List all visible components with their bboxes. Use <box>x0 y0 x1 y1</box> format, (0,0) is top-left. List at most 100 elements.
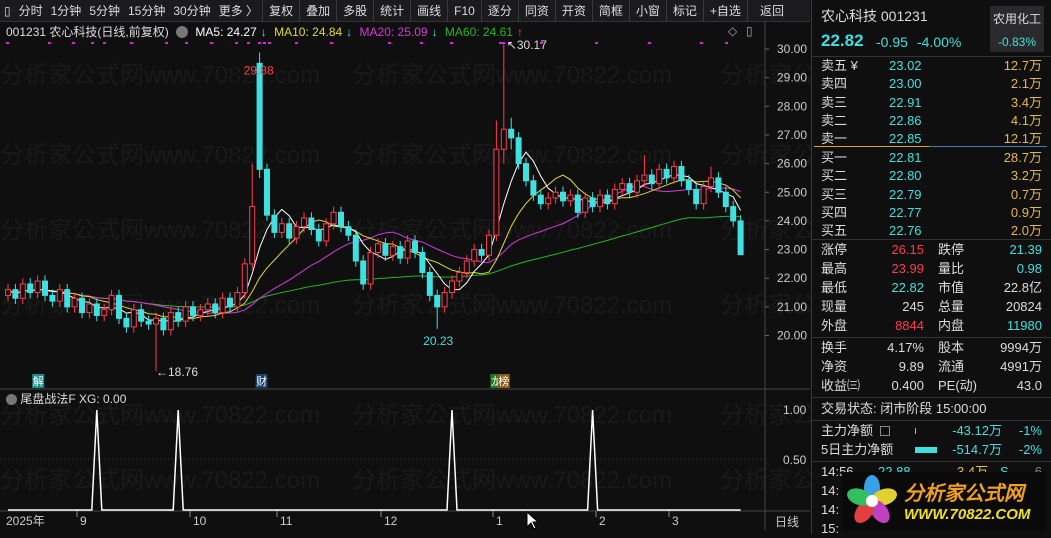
list-icon[interactable] <box>880 426 890 436</box>
candle[interactable] <box>611 188 618 205</box>
candle[interactable] <box>79 297 85 314</box>
candle[interactable] <box>722 191 729 208</box>
ask-row[interactable]: 卖四 23.00 2.1万 <box>812 75 1051 93</box>
candle[interactable] <box>471 249 478 262</box>
bid-row[interactable]: 买三 22.79 0.7万 <box>812 186 1051 204</box>
candle[interactable] <box>315 228 322 242</box>
candle[interactable] <box>671 165 677 179</box>
candle[interactable] <box>212 303 219 314</box>
candle[interactable] <box>49 294 56 302</box>
candle[interactable] <box>160 317 167 331</box>
candle[interactable] <box>182 306 189 322</box>
candle[interactable] <box>478 249 485 256</box>
candle[interactable] <box>493 148 500 236</box>
candle[interactable] <box>523 163 529 182</box>
candle[interactable] <box>574 194 581 213</box>
candle[interactable] <box>463 260 470 273</box>
candle[interactable] <box>708 177 714 188</box>
candle[interactable] <box>715 177 722 193</box>
candle[interactable] <box>145 320 152 325</box>
candle[interactable] <box>19 283 26 299</box>
candle[interactable] <box>86 303 93 314</box>
bid-row[interactable]: 买一 22.81 28.7万 <box>812 149 1051 167</box>
candle[interactable] <box>219 297 226 314</box>
candle[interactable] <box>345 226 352 236</box>
candle[interactable] <box>397 246 404 259</box>
candle[interactable] <box>486 234 492 256</box>
candle[interactable] <box>138 309 145 322</box>
candle[interactable] <box>367 251 374 285</box>
indicator-settings-icon[interactable] <box>6 394 17 405</box>
candle[interactable] <box>375 243 381 253</box>
candle[interactable] <box>663 168 670 179</box>
candle[interactable] <box>190 306 196 316</box>
candle[interactable] <box>626 183 633 193</box>
candle[interactable] <box>293 226 300 239</box>
candle[interactable] <box>323 223 330 242</box>
capital-row[interactable]: 5日主力净额 -514.7万 -2% <box>812 441 1051 459</box>
bid-row[interactable]: 买二 22.80 3.2万 <box>812 167 1051 185</box>
candle[interactable] <box>256 62 263 170</box>
candle[interactable] <box>301 217 307 228</box>
candle[interactable] <box>116 294 122 319</box>
ask-row[interactable]: 卖五 ¥ 23.02 12.7万 <box>812 57 1051 75</box>
candle[interactable] <box>648 174 655 185</box>
candle[interactable] <box>330 211 337 225</box>
candle[interactable] <box>123 317 130 328</box>
candle[interactable] <box>434 294 441 308</box>
candle[interactable] <box>693 188 700 205</box>
candle[interactable] <box>537 194 544 205</box>
candle[interactable] <box>175 312 182 322</box>
candle[interactable] <box>64 289 71 308</box>
candle[interactable] <box>42 280 48 296</box>
candle[interactable] <box>352 234 359 262</box>
candle[interactable] <box>286 223 293 239</box>
candle[interactable] <box>271 214 278 233</box>
candle[interactable] <box>426 271 433 296</box>
candle[interactable] <box>597 194 603 208</box>
candle[interactable] <box>56 289 63 302</box>
candle[interactable] <box>71 297 78 308</box>
candle[interactable] <box>249 206 256 265</box>
candle[interactable] <box>412 240 418 253</box>
candle[interactable] <box>5 289 11 296</box>
candle[interactable] <box>167 312 174 331</box>
candle[interactable] <box>545 197 552 205</box>
candle[interactable] <box>108 294 115 311</box>
period-label[interactable]: 日线 <box>775 513 799 530</box>
bid-row[interactable]: 买四 22.77 0.9万 <box>812 204 1051 222</box>
candle[interactable] <box>567 194 574 202</box>
candle[interactable] <box>130 309 137 328</box>
candle[interactable] <box>234 292 241 308</box>
candle[interactable] <box>153 317 159 325</box>
candle[interactable] <box>619 183 626 190</box>
candle[interactable] <box>404 240 411 259</box>
candle[interactable] <box>604 194 611 205</box>
candle[interactable] <box>93 303 100 316</box>
bid-row[interactable]: 买五 22.76 2.0万 <box>812 222 1051 240</box>
candle[interactable] <box>589 197 596 208</box>
candle[interactable] <box>456 271 463 282</box>
candle[interactable] <box>515 137 522 165</box>
candle[interactable] <box>34 280 41 294</box>
candle[interactable] <box>101 309 108 316</box>
candle[interactable] <box>685 180 692 190</box>
candle[interactable] <box>227 297 233 308</box>
candle[interactable] <box>449 280 455 294</box>
candle[interactable] <box>508 128 515 139</box>
candle[interactable] <box>389 246 396 256</box>
candle[interactable] <box>500 128 507 150</box>
candle[interactable] <box>419 251 426 273</box>
candle[interactable] <box>360 260 367 285</box>
capital-row[interactable]: 主力净额 -43.12万 -1% <box>812 422 1051 440</box>
candle[interactable] <box>641 174 648 182</box>
ask-row[interactable]: 卖三 22.91 3.4万 <box>812 94 1051 112</box>
candle[interactable] <box>12 289 19 299</box>
candle[interactable] <box>737 220 744 256</box>
candle[interactable] <box>582 197 589 213</box>
candle[interactable] <box>730 206 737 222</box>
candle[interactable] <box>241 263 248 294</box>
candle[interactable] <box>308 217 315 230</box>
candle[interactable] <box>700 186 707 205</box>
candle[interactable] <box>338 211 344 228</box>
